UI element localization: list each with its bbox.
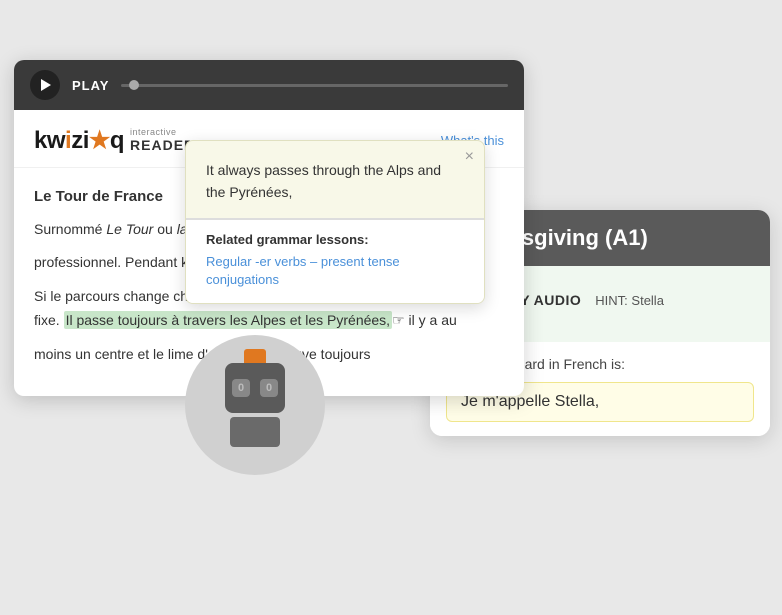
- robot-circle: 0 0: [185, 335, 325, 475]
- audio-progress-dot: [129, 80, 139, 90]
- audio-bar: PLAY: [14, 60, 524, 110]
- robot-eye-right: 0: [260, 379, 278, 397]
- robot-eye-left: 0: [232, 379, 250, 397]
- interactive-label: interactive: [130, 128, 177, 137]
- tooltip-grammar-link[interactable]: Regular -er verbs – present tense conjug…: [206, 254, 400, 287]
- play-label: PLAY: [72, 78, 109, 93]
- robot-head: 0 0: [225, 363, 285, 413]
- tooltip-grammar-title: Related grammar lessons:: [206, 232, 464, 247]
- tooltip-grammar-section: Related grammar lessons: Regular -er ver…: [186, 220, 484, 303]
- play-button[interactable]: [30, 70, 60, 100]
- tooltip-close-button[interactable]: ×: [465, 149, 474, 165]
- kwiziq-wordmark: kwizi★q: [34, 126, 124, 155]
- tooltip-translation: It always passes through the Alps and th…: [186, 141, 484, 220]
- robot-eyes: 0 0: [232, 379, 278, 397]
- robot-torso: [230, 417, 280, 447]
- robot-body: 0 0: [225, 363, 285, 447]
- highlighted-sentence: Il passe toujours à travers les Alpes et…: [64, 311, 393, 329]
- kwiziq-logo: kwizi★q interactive READER: [34, 126, 195, 155]
- tooltip-popup: × It always passes through the Alps and …: [185, 140, 485, 304]
- cursor-area[interactable]: ☞: [392, 309, 405, 333]
- hint-text: HINT: Stella: [595, 293, 664, 308]
- robot-mascot: 0 0: [185, 335, 325, 475]
- robot-hat: [244, 349, 266, 363]
- audio-progress-bar[interactable]: [121, 84, 508, 87]
